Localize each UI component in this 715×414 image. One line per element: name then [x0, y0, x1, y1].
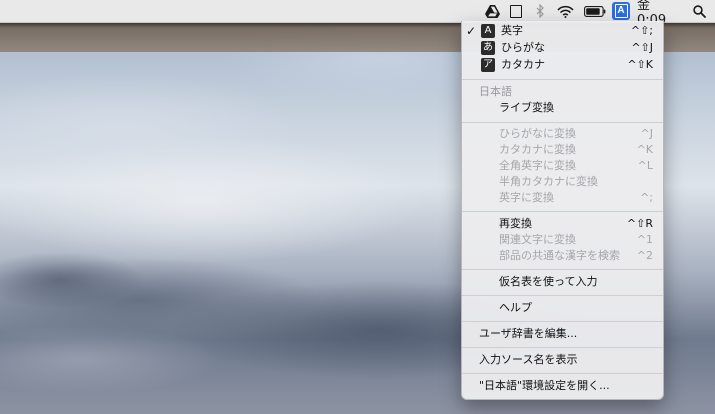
menu-item-shortcut: ^J: [640, 127, 653, 140]
checkmark-icon: ✓: [466, 24, 477, 38]
bluetooth-icon[interactable]: [531, 0, 549, 22]
menu-item-label: ひらがなに変換: [499, 127, 576, 140]
menu-item-hiragana[interactable]: あ ひらがな ^⇧J: [462, 40, 663, 56]
menu-item-convert-fullwidth: 全角英字に変換 ^L: [462, 158, 663, 174]
menu-item-label: 関連文字に変換: [499, 233, 576, 246]
menu-item-label: 再変換: [499, 217, 532, 230]
hiragana-source-icon: あ: [481, 41, 495, 55]
menu-separator: [462, 373, 663, 374]
input-source-dropdown-menu: ✓ A 英字 ^⇧; あ ひらがな ^⇧J ア カタカナ ^⇧K 日本語 ライブ…: [461, 21, 664, 400]
menu-item-label: 仮名表を使って入力: [499, 275, 598, 288]
menu-item-convert-hiragana: ひらがなに変換 ^J: [462, 126, 663, 142]
menu-item-convert-katakana: カタカナに変換 ^K: [462, 142, 663, 158]
menu-item-label: 英字に変換: [499, 191, 554, 204]
menu-item-shortcut: ^2: [636, 249, 653, 262]
menu-item-open-preferences[interactable]: "日本語"環境設定を開く...: [462, 378, 663, 394]
wifi-icon[interactable]: [554, 0, 576, 22]
menu-item-help[interactable]: ヘルプ: [462, 300, 663, 316]
menu-item-shortcut: ^⇧R: [626, 217, 653, 230]
menu-item-label: 部品の共通な漢字を検索: [499, 249, 620, 262]
menu-item-label: 半角カタカナに変換: [499, 175, 598, 188]
menu-item-related-chars: 関連文字に変換 ^1: [462, 232, 663, 248]
menu-item-label: ヘルプ: [499, 301, 532, 314]
section-header-label: 日本語: [479, 85, 512, 98]
menu-item-label: ひらがな: [501, 41, 545, 54]
menu-item-user-dictionary[interactable]: ユーザ辞書を編集...: [462, 326, 663, 342]
menu-separator: [462, 122, 663, 123]
menubar-clock[interactable]: 金 0:09: [637, 0, 683, 28]
menu-item-shortcut: ^⇧J: [631, 41, 653, 54]
katakana-source-icon: ア: [481, 58, 495, 72]
eiji-source-icon: A: [481, 24, 495, 38]
section-header-japanese: 日本語: [462, 84, 663, 100]
menu-separator: [462, 211, 663, 212]
menu-item-label: カタカナに変換: [499, 143, 576, 156]
menu-item-shortcut: ^1: [636, 233, 653, 246]
menu-separator: [462, 295, 663, 296]
menu-item-kana-table[interactable]: 仮名表を使って入力: [462, 274, 663, 290]
menu-item-show-source-name[interactable]: 入力ソース名を表示: [462, 352, 663, 368]
menu-item-label: ユーザ辞書を編集...: [479, 327, 578, 340]
input-source-menu-button[interactable]: A: [612, 2, 630, 20]
menu-item-label: "日本語"環境設定を開く...: [479, 379, 610, 392]
menu-item-label: 入力ソース名を表示: [479, 353, 578, 366]
menu-item-reconvert[interactable]: 再変換 ^⇧R: [462, 216, 663, 232]
menu-item-label: カタカナ: [501, 58, 545, 71]
menu-item-shortcut: ^;: [640, 191, 653, 204]
menu-item-label: ライブ変換: [499, 101, 554, 114]
menu-item-katakana[interactable]: ア カタカナ ^⇧K: [462, 57, 663, 73]
menu-separator: [462, 321, 663, 322]
input-source-icon: A: [614, 4, 628, 18]
menu-item-label: 英字: [501, 24, 523, 37]
menu-item-label: 全角英字に変換: [499, 159, 576, 172]
menu-item-shortcut: ^⇧;: [630, 24, 653, 37]
google-drive-icon[interactable]: [482, 0, 502, 22]
menu-item-eiji[interactable]: ✓ A 英字 ^⇧;: [462, 23, 663, 39]
menu-item-convert-halfwidth-katakana: 半角カタカナに変換: [462, 174, 663, 190]
menu-item-live-conversion[interactable]: ライブ変換: [462, 100, 663, 116]
menu-item-common-kanji-search: 部品の共通な漢字を検索 ^2: [462, 248, 663, 264]
menu-bar: A 金 0:09: [0, 0, 715, 28]
menu-item-convert-eiji: 英字に変換 ^;: [462, 190, 663, 206]
search-icon[interactable]: [688, 0, 710, 22]
menu-separator: [462, 347, 663, 348]
battery-icon[interactable]: [582, 0, 608, 22]
menu-separator: [462, 269, 663, 270]
menu-separator: [462, 79, 663, 80]
menu-item-shortcut: ^⇧K: [627, 58, 653, 71]
menu-item-shortcut: ^L: [637, 159, 653, 172]
menu-item-shortcut: ^K: [636, 143, 653, 156]
square-icon[interactable]: [506, 0, 526, 22]
